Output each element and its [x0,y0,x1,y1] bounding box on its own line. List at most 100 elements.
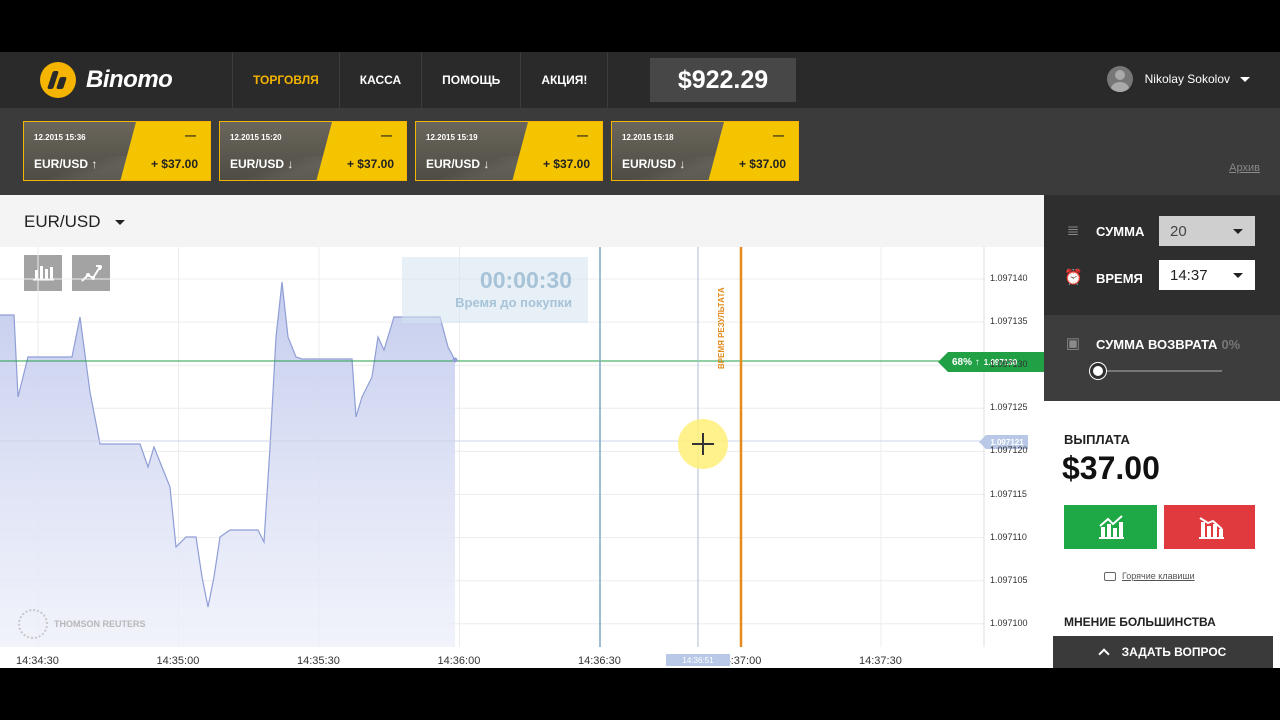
deal-date: 12.2015 15:36 [34,133,86,142]
logo-icon [40,62,76,98]
y-tick-label: 1.097115 [990,488,1027,499]
watermark-text: THOMSON REUTERS [54,619,146,629]
deal-card-result-bg [316,122,406,180]
deal-pair: EUR/USD ↓ [230,157,294,171]
y-tick-label: 1.097130 [990,359,1028,370]
amount-value: 20 [1170,222,1187,240]
trade-panel: ≣ СУММА 20 ⏰ ВРЕМЯ 14:37 ▣ СУММА ВОЗВРАТ… [1044,195,1280,668]
user-name: Nikolay Sokolov [1144,72,1230,86]
deal-card[interactable]: 12.2015 15:20 EUR/USD ↓ — + $37.00 [219,121,407,181]
deal-date: 12.2015 15:19 [426,133,478,142]
deal-pair: EUR/USD ↑ [34,157,98,171]
asset-bar: EUR/USD [0,195,1044,247]
amount-label: СУММА [1096,224,1145,239]
nav-help[interactable]: ПОМОЩЬ [421,52,520,108]
buy-timer: 00:00:30 Время до покупки [402,257,588,323]
majority-opinion-label: МНЕНИЕ БОЛЬШИНСТВА [1064,615,1216,629]
nav-trading[interactable]: ТОРГОВЛЯ [232,52,339,108]
hotkeys-text: Горячие клавиши [1122,571,1195,581]
refund-section: ▣ СУММА ВОЗВРАТА 0% [1044,315,1280,401]
deal-amount: + $37.00 [542,157,590,171]
logo-text: Binomo [86,66,173,93]
refund-label-text: СУММА ВОЗВРАТА [1096,337,1218,352]
y-tick-label: 1.097110 [990,531,1027,542]
chevron-down-icon [1240,76,1250,82]
result-time-label-text: ВРЕМЯ РЕЗУЛЬТАТА [717,287,726,369]
crosshair-icon [702,433,704,455]
deal-amount: + $37.00 [150,157,198,171]
chevron-up-icon [1097,648,1110,660]
deal-pair: EUR/USD ↓ [622,157,686,171]
nav-promo[interactable]: АКЦИЯ! [520,52,609,108]
chart-up-icon [1099,515,1124,539]
avatar [1106,66,1133,92]
coins-icon: ≣ [1066,222,1080,239]
asset-name: EUR/USD [24,212,101,231]
ask-question-button[interactable]: ЗАДАТЬ ВОПРОС [1053,636,1273,668]
app-window: Binomo ТОРГОВЛЯ КАССА ПОМОЩЬ АКЦИЯ! $922… [0,0,1280,720]
top-header: Binomo ТОРГОВЛЯ КАССА ПОМОЩЬ АКЦИЯ! $922… [0,52,1280,108]
deal-card[interactable]: 12.2015 15:18 EUR/USD ↓ — + $37.00 [611,121,799,181]
payout-label: ВЫПЛАТА [1064,432,1130,447]
ask-question-label: ЗАДАТЬ ВОПРОС [1121,645,1227,659]
time-label: ВРЕМЯ [1096,271,1143,286]
user-menu[interactable]: Nikolay Sokolov [1106,66,1250,92]
deal-dash: — [185,130,196,142]
y-tick-label: 1.097120 [990,445,1028,456]
time-value: 14:37 [1170,266,1208,284]
y-tick-label: 1.097100 [990,617,1028,628]
chevron-down-icon [1233,273,1243,278]
main-nav: ТОРГОВЛЯ КАССА ПОМОЩЬ АКЦИЯ! [232,52,609,108]
chart-down-icon [1199,517,1224,539]
deal-amount: + $37.00 [346,157,394,171]
x-tick-label: 14:37:30 [859,655,902,667]
refund-slider-track[interactable] [1098,370,1222,372]
deal-dash: — [381,130,392,142]
call-up-button[interactable] [1064,505,1157,549]
account-balance[interactable]: $922.29 [650,58,796,102]
alarm-clock-icon: ⏰ [1064,269,1083,286]
deal-dash: — [577,130,588,142]
safe-icon: ▣ [1065,335,1081,352]
y-tick-label: 1.097125 [990,402,1028,413]
deal-card[interactable]: 12.2015 15:36 EUR/USD ↑ — + $37.00 [23,121,211,181]
deal-card-result-bg [120,122,210,180]
deal-date: 12.2015 15:20 [230,133,282,142]
deals-strip: 12.2015 15:36 EUR/USD ↑ — + $37.00 12.20… [0,108,1280,195]
y-tick-label: 1.097105 [990,574,1028,585]
refund-label: СУММА ВОЗВРАТА 0% [1096,337,1240,352]
deal-card-result-bg [708,122,798,180]
refund-percent: 0% [1221,337,1241,352]
put-down-button[interactable] [1164,505,1255,549]
x-tick-label: 14:35:30 [297,655,340,667]
chevron-down-icon [1233,229,1243,234]
deal-card-result-bg [512,122,602,180]
asset-selector[interactable]: EUR/USD [24,212,125,232]
x-tick-label: 14:36:00 [437,655,481,667]
strike-pct: 68% ↑ [952,356,980,368]
timer-label: Время до покупки [455,295,572,310]
last-price-point [452,357,458,363]
price-area [0,282,455,647]
amount-select[interactable]: 20 [1159,216,1255,246]
archive-link[interactable]: Архив [1229,162,1260,174]
x-tick-label: 14:34:30 [16,655,59,667]
x-tick-label: 14:35:00 [156,655,200,667]
y-tick-label: 1.097135 [990,316,1028,327]
logo[interactable]: Binomo [40,62,173,98]
time-select[interactable]: 14:37 [1159,260,1255,290]
refund-slider-handle[interactable] [1090,363,1106,379]
trade-settings: ≣ СУММА 20 ⏰ ВРЕМЯ 14:37 [1044,195,1280,315]
deal-card[interactable]: 12.2015 15:19 EUR/USD ↓ — + $37.00 [415,121,603,181]
deal-dash: — [773,130,784,142]
deal-date: 12.2015 15:18 [622,133,674,142]
reuters-icon [18,609,48,639]
current-time-tag: 14:36:51 [666,654,730,666]
x-tick-label: 14:36:30 [578,655,621,667]
nav-cashier[interactable]: КАССА [338,52,421,108]
thomson-reuters-logo: THOMSON REUTERS [18,609,146,639]
deal-amount: + $37.00 [738,157,786,171]
y-tick-label: 1.097140 [990,273,1028,283]
chart-area[interactable]: EUR/USD 00:00:30 Время до покупки ВРЕМЯ … [0,195,1044,668]
hotkeys-link[interactable]: Горячие клавиши [1104,571,1195,581]
